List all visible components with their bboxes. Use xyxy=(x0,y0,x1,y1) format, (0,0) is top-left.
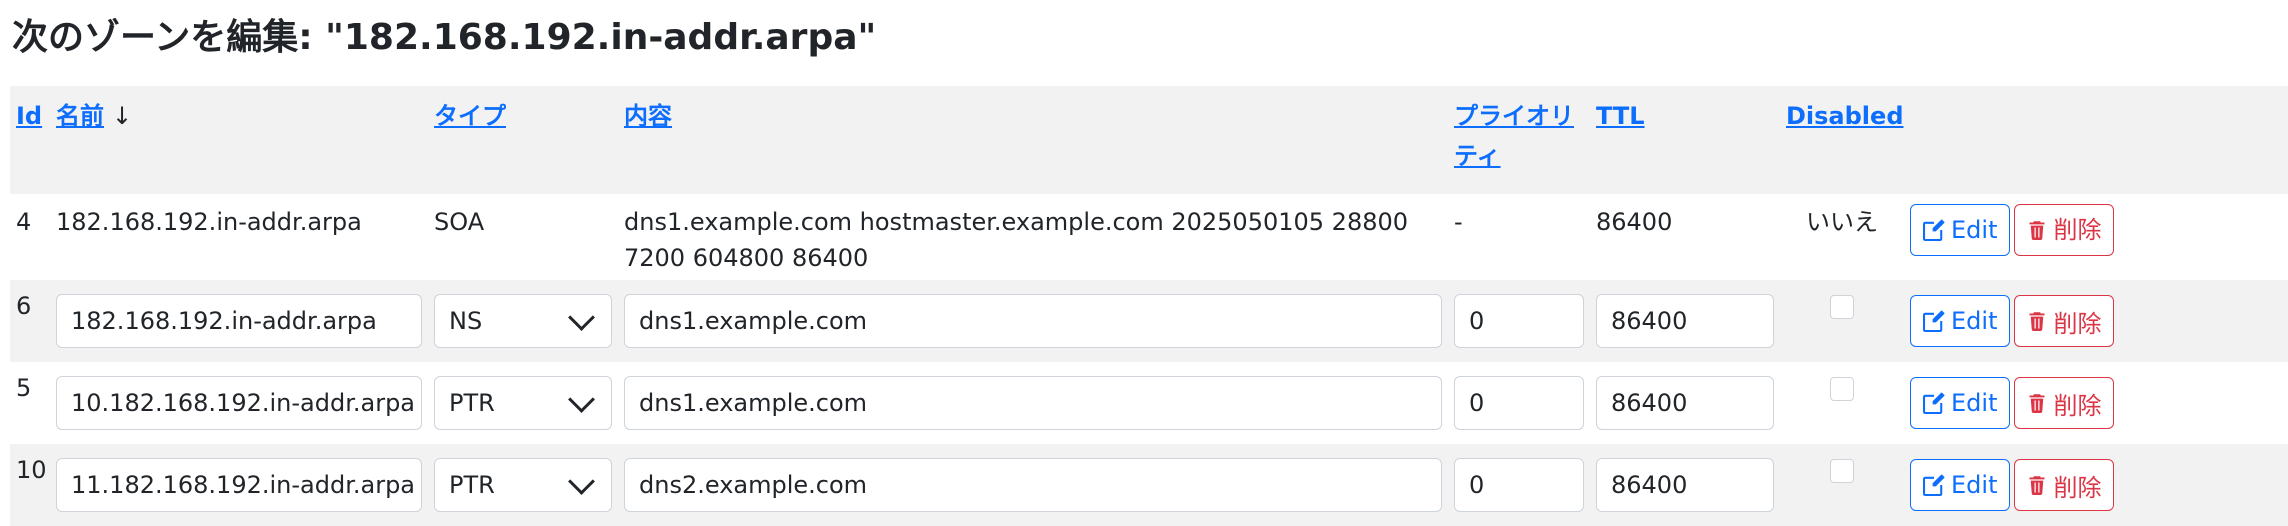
ttl-input[interactable]: 86400 xyxy=(1596,376,1774,430)
cell-id: 10 xyxy=(16,456,47,484)
delete-label: 削除 xyxy=(2053,391,2102,420)
type-select-value: NS xyxy=(449,307,483,335)
content-input[interactable]: dns2.example.com xyxy=(624,458,1442,512)
edit-label: Edit xyxy=(1951,307,1998,335)
type-select[interactable]: PTR xyxy=(434,376,612,430)
type-select-value: PTR xyxy=(449,389,495,417)
cell-content: dns1.example.com hostmaster.example.com … xyxy=(624,208,1409,272)
cell-actions: Edit 削除 xyxy=(1904,194,2288,280)
cell-id: 6 xyxy=(16,292,32,320)
sort-link-ttl[interactable]: TTL xyxy=(1596,102,1645,130)
trash-icon xyxy=(2029,312,2045,332)
edit-label: Edit xyxy=(1951,471,1998,499)
edit-button[interactable]: Edit xyxy=(1910,204,2011,256)
header-disabled[interactable]: Disabled xyxy=(1780,86,1904,194)
trash-icon xyxy=(2029,221,2045,241)
type-select-value: PTR xyxy=(449,471,495,499)
trash-icon xyxy=(2029,476,2045,496)
table-row: 6 182.168.192.in-addr.arpa NS dns1.examp… xyxy=(10,280,2288,362)
cell-priority: - xyxy=(1454,208,1463,236)
header-type[interactable]: タイプ xyxy=(428,86,618,194)
edit-icon xyxy=(1923,392,1945,414)
disabled-checkbox[interactable] xyxy=(1830,459,1854,483)
header-priority[interactable]: プライオリティ xyxy=(1448,86,1590,194)
cell-actions: Edit 削除 xyxy=(1904,362,2288,444)
disabled-checkbox[interactable] xyxy=(1830,377,1854,401)
table-row: 10 11.182.168.192.in-addr.arpa PTR dns2.… xyxy=(10,444,2288,526)
edit-icon xyxy=(1923,219,1945,241)
name-input[interactable]: 11.182.168.192.in-addr.arpa xyxy=(56,458,422,512)
cell-disabled: いいえ xyxy=(1806,208,1878,236)
delete-label: 削除 xyxy=(2053,473,2102,502)
edit-icon xyxy=(1923,310,1945,332)
sort-link-priority[interactable]: プライオリティ xyxy=(1454,102,1574,170)
disabled-checkbox[interactable] xyxy=(1830,295,1854,319)
sort-link-disabled[interactable]: Disabled xyxy=(1786,102,1904,130)
header-id[interactable]: Id xyxy=(10,86,50,194)
edit-button[interactable]: Edit xyxy=(1910,295,2011,347)
delete-label: 削除 xyxy=(2053,309,2102,338)
sort-link-name[interactable]: 名前 xyxy=(56,102,104,130)
type-select[interactable]: PTR xyxy=(434,458,612,512)
chevron-down-icon xyxy=(568,303,595,331)
content-input[interactable]: dns1.example.com xyxy=(624,294,1442,348)
priority-input[interactable]: 0 xyxy=(1454,458,1584,512)
records-table: Id 名前 ↓ タイプ 内容 プライオリティ TTL Disabled 4 182… xyxy=(10,86,2288,526)
cell-type: SOA xyxy=(434,208,485,236)
edit-button[interactable]: Edit xyxy=(1910,459,2011,511)
delete-button[interactable]: 削除 xyxy=(2014,459,2115,511)
cell-id: 5 xyxy=(16,374,32,402)
edit-label: Edit xyxy=(1951,216,1998,244)
header-name[interactable]: 名前 ↓ xyxy=(50,86,428,194)
sort-link-id[interactable]: Id xyxy=(16,102,42,130)
trash-icon xyxy=(2029,394,2045,414)
name-input[interactable]: 182.168.192.in-addr.arpa xyxy=(56,294,422,348)
sort-arrow-icon: ↓ xyxy=(112,102,133,130)
sort-link-content[interactable]: 内容 xyxy=(624,102,672,130)
type-select[interactable]: NS xyxy=(434,294,612,348)
cell-actions: Edit 削除 xyxy=(1904,444,2288,526)
delete-button[interactable]: 削除 xyxy=(2014,295,2115,347)
sort-link-type[interactable]: タイプ xyxy=(434,102,506,130)
cell-actions: Edit 削除 xyxy=(1904,280,2288,362)
edit-label: Edit xyxy=(1951,389,1998,417)
delete-label: 削除 xyxy=(2053,216,2102,244)
delete-button[interactable]: 削除 xyxy=(2014,377,2115,429)
name-input[interactable]: 10.182.168.192.in-addr.arpa xyxy=(56,376,422,430)
header-actions xyxy=(1904,86,2288,194)
content-input[interactable]: dns1.example.com xyxy=(624,376,1442,430)
cell-id: 4 xyxy=(16,208,32,236)
table-row-soa: 4 182.168.192.in-addr.arpa SOA dns1.exam… xyxy=(10,194,2288,280)
cell-name: 182.168.192.in-addr.arpa xyxy=(56,208,362,236)
priority-input[interactable]: 0 xyxy=(1454,376,1584,430)
zone-editor: 次のゾーンを編集: "182.168.192.in-addr.arpa" Id … xyxy=(0,0,2288,526)
cell-ttl: 86400 xyxy=(1596,208,1673,236)
table-header-row: Id 名前 ↓ タイプ 内容 プライオリティ TTL Disabled xyxy=(10,86,2288,194)
ttl-input[interactable]: 86400 xyxy=(1596,458,1774,512)
priority-input[interactable]: 0 xyxy=(1454,294,1584,348)
edit-icon xyxy=(1923,474,1945,496)
delete-button[interactable]: 削除 xyxy=(2014,204,2115,256)
page-title: 次のゾーンを編集: "182.168.192.in-addr.arpa" xyxy=(12,17,877,58)
ttl-input[interactable]: 86400 xyxy=(1596,294,1774,348)
edit-button[interactable]: Edit xyxy=(1910,377,2011,429)
chevron-down-icon xyxy=(568,467,595,495)
chevron-down-icon xyxy=(568,385,595,413)
table-row: 5 10.182.168.192.in-addr.arpa PTR dns1.e… xyxy=(10,362,2288,444)
header-ttl[interactable]: TTL xyxy=(1590,86,1780,194)
header-content[interactable]: 内容 xyxy=(618,86,1448,194)
